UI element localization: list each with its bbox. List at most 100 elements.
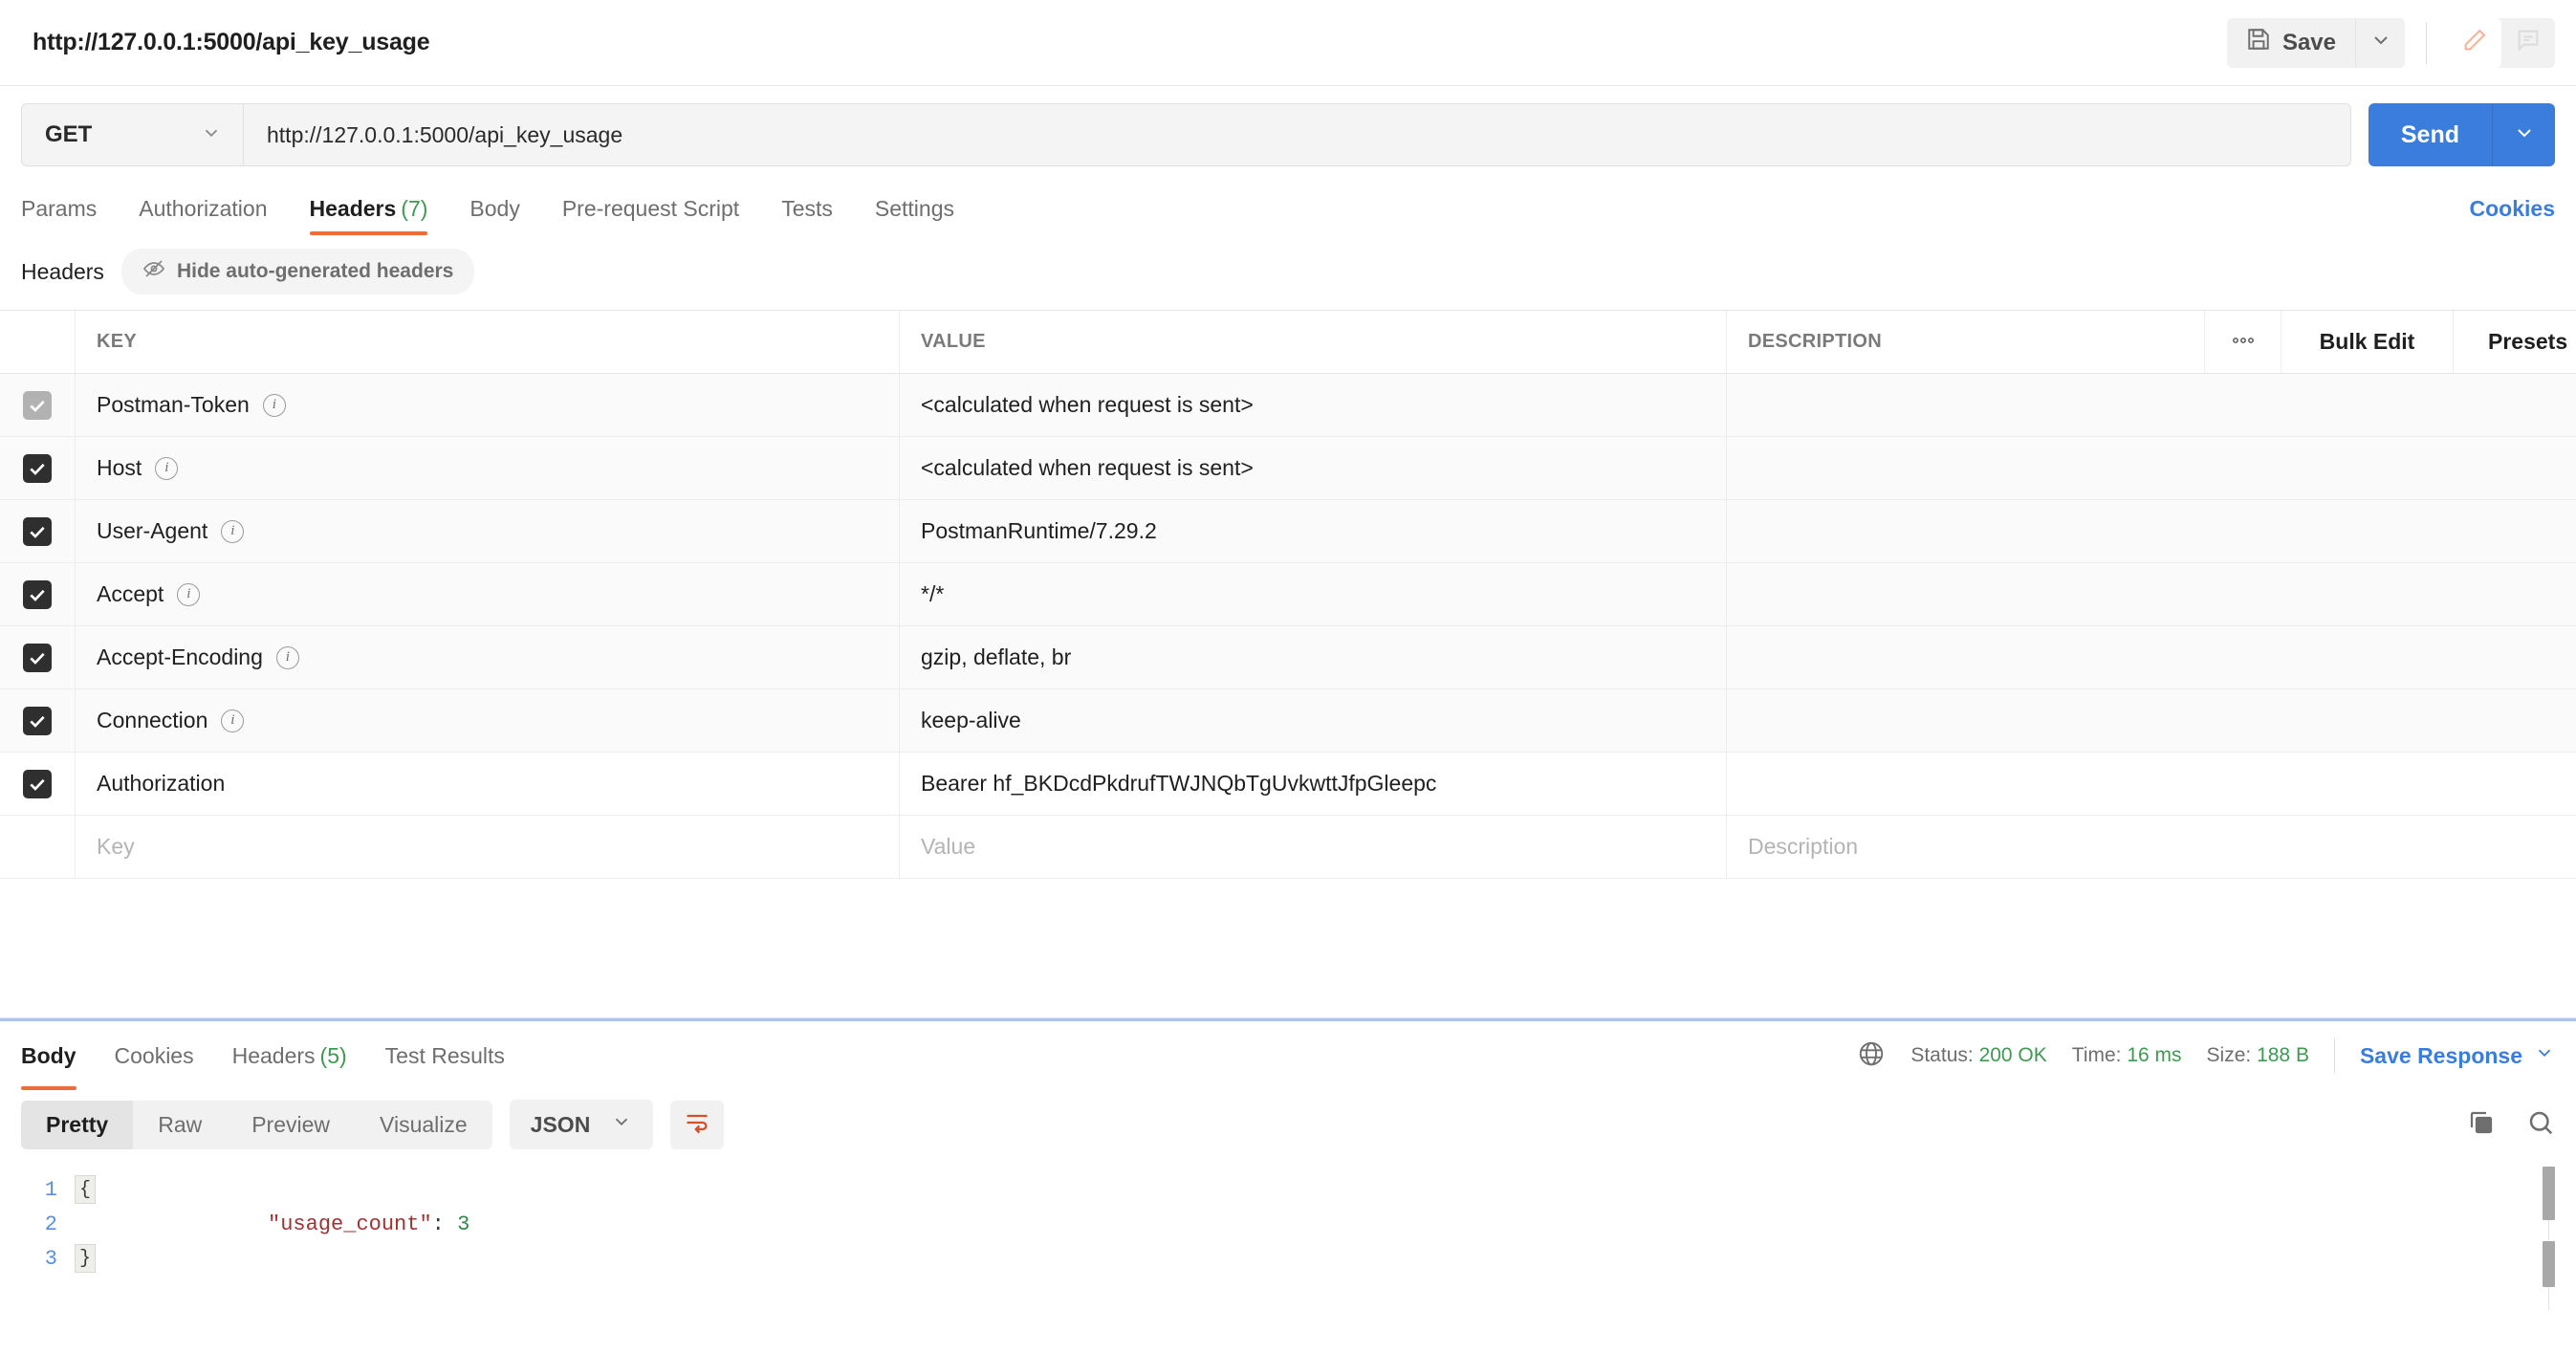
response-tab-body[interactable]: Body (21, 1021, 96, 1090)
postman-app-window: http://127.0.0.1:5000/api_key_usage Save (0, 0, 2576, 1354)
chevron-down-icon (611, 1111, 632, 1138)
header-key: Accept (97, 581, 164, 606)
save-response-button[interactable]: Save Response (2360, 1042, 2555, 1069)
url-input[interactable]: http://127.0.0.1:5000/api_key_usage (243, 103, 2351, 166)
row-value-cell[interactable]: Bearer hf_BKDcdPkdrufTWJNQbTgUvkwttJfpGl… (899, 753, 1726, 815)
row-key-cell[interactable]: Authorization (75, 753, 899, 815)
fold-marker[interactable]: { (75, 1175, 96, 1204)
row-description-cell[interactable] (1726, 500, 2576, 562)
response-tab-headers[interactable]: Headers (5) (213, 1021, 366, 1090)
tab-headers[interactable]: Headers (7) (289, 196, 449, 235)
request-pane-spacer (0, 879, 2576, 1018)
row-value-cell[interactable]: keep-alive (899, 689, 1726, 752)
tab-pre-request-script[interactable]: Pre-request Script (541, 196, 760, 235)
headers-section-label: Headers (21, 258, 104, 284)
viewer-scroll-thumb-secondary[interactable] (2543, 1241, 2555, 1287)
info-icon[interactable]: i (177, 582, 201, 606)
send-dropdown-button[interactable] (2492, 103, 2555, 166)
language-label: JSON (530, 1111, 591, 1137)
row-checkbox[interactable] (0, 500, 75, 562)
row-description-cell[interactable] (1726, 563, 2576, 625)
method-select[interactable]: GET (21, 103, 243, 166)
status-code: Status: 200 OK (1910, 1044, 2046, 1067)
row-value-cell[interactable]: <calculated when request is sent> (899, 437, 1726, 499)
time-label: Time: (2071, 1044, 2122, 1066)
info-icon[interactable]: i (275, 645, 299, 669)
row-description-cell[interactable] (1726, 753, 2576, 815)
json-key: "usage_count" (268, 1212, 432, 1236)
info-icon[interactable]: i (221, 709, 245, 732)
response-body-viewer[interactable]: 1 { 2 "usage_count": 3 3 } (0, 1163, 2576, 1354)
response-tab-test-results[interactable]: Test Results (366, 1021, 524, 1090)
row-key-cell[interactable]: Postman-Token i (75, 374, 899, 436)
row-checkbox[interactable] (0, 626, 75, 688)
tab-label: Tests (781, 196, 833, 221)
table-options-button[interactable] (2204, 311, 2281, 373)
word-wrap-button[interactable] (670, 1100, 725, 1149)
format-preview-button[interactable]: Preview (227, 1101, 355, 1149)
new-description-input[interactable]: Description (1726, 816, 2576, 878)
cookies-link[interactable]: Cookies (2470, 196, 2555, 235)
copy-icon[interactable] (2467, 1108, 2496, 1142)
tab-settings[interactable]: Settings (854, 196, 975, 235)
row-description-cell[interactable] (1726, 689, 2576, 752)
info-icon[interactable]: i (262, 393, 286, 417)
language-select[interactable]: JSON (509, 1100, 654, 1149)
row-description-cell[interactable] (1726, 626, 2576, 688)
send-button[interactable]: Send (2368, 103, 2492, 166)
checkbox-checked-icon (23, 516, 52, 546)
row-checkbox[interactable] (0, 689, 75, 752)
tab-params[interactable]: Params (21, 196, 118, 235)
tab-body[interactable]: Body (448, 196, 540, 235)
row-checkbox[interactable] (0, 437, 75, 499)
info-icon[interactable]: i (221, 519, 245, 543)
row-key-cell[interactable]: Accept-Encoding i (75, 626, 899, 688)
method-label: GET (45, 121, 93, 147)
status-value: 200 OK (1978, 1044, 2047, 1066)
fold-marker[interactable]: } (75, 1244, 96, 1273)
format-raw-button[interactable]: Raw (133, 1101, 227, 1149)
presets-dropdown[interactable]: Presets (2453, 311, 2576, 373)
save-dropdown-button[interactable] (2355, 17, 2405, 68)
row-checkbox-empty[interactable] (0, 816, 75, 878)
row-description-cell[interactable] (1726, 374, 2576, 436)
bulk-edit-button[interactable]: Bulk Edit (2281, 311, 2453, 373)
format-visualize-button[interactable]: Visualize (355, 1101, 492, 1149)
format-pretty-button[interactable]: Pretty (21, 1100, 134, 1149)
row-value-cell[interactable]: */* (899, 563, 1726, 625)
row-checkbox[interactable] (0, 563, 75, 625)
row-value-cell[interactable]: <calculated when request is sent> (899, 374, 1726, 436)
row-value-cell[interactable]: gzip, deflate, br (899, 626, 1726, 688)
tab-authorization[interactable]: Authorization (118, 196, 288, 235)
floppy-disk-icon (2246, 27, 2271, 58)
row-description-cell[interactable] (1726, 437, 2576, 499)
hide-auto-generated-headers-button[interactable]: Hide auto-generated headers (120, 249, 475, 295)
row-key-cell[interactable]: Connection i (75, 689, 899, 752)
tab-label: Headers (309, 196, 397, 221)
table-row-empty: Key Value Description (0, 816, 2576, 879)
tab-tests[interactable]: Tests (760, 196, 854, 235)
row-key-cell[interactable]: User-Agent i (75, 500, 899, 562)
status-label: Status: (1910, 1044, 1974, 1066)
send-button-group: Send (2368, 103, 2555, 166)
viewer-scroll-thumb[interactable] (2543, 1167, 2555, 1220)
new-key-input[interactable]: Key (75, 816, 899, 878)
edit-request-button[interactable] (2448, 17, 2501, 68)
response-tab-cookies[interactable]: Cookies (96, 1021, 213, 1090)
header-value: keep-alive (921, 708, 1021, 732)
row-checkbox[interactable] (0, 374, 75, 436)
row-key-cell[interactable]: Accept i (75, 563, 899, 625)
row-key-cell[interactable]: Host i (75, 437, 899, 499)
row-checkbox[interactable] (0, 753, 75, 815)
row-value-cell[interactable]: PostmanRuntime/7.29.2 (899, 500, 1726, 562)
comments-button[interactable] (2501, 18, 2555, 68)
save-button[interactable]: Save (2226, 17, 2355, 68)
line-number: 1 (44, 1177, 57, 1202)
tab-label: Body (469, 196, 520, 221)
info-icon[interactable]: i (155, 456, 179, 480)
header-key: User-Agent (97, 518, 208, 543)
response-tabs-row: Body Cookies Headers (5) Test Results St… (0, 1021, 2576, 1090)
checkbox-checked-icon (23, 390, 52, 420)
new-value-input[interactable]: Value (899, 816, 1726, 878)
search-icon[interactable] (2526, 1108, 2555, 1142)
